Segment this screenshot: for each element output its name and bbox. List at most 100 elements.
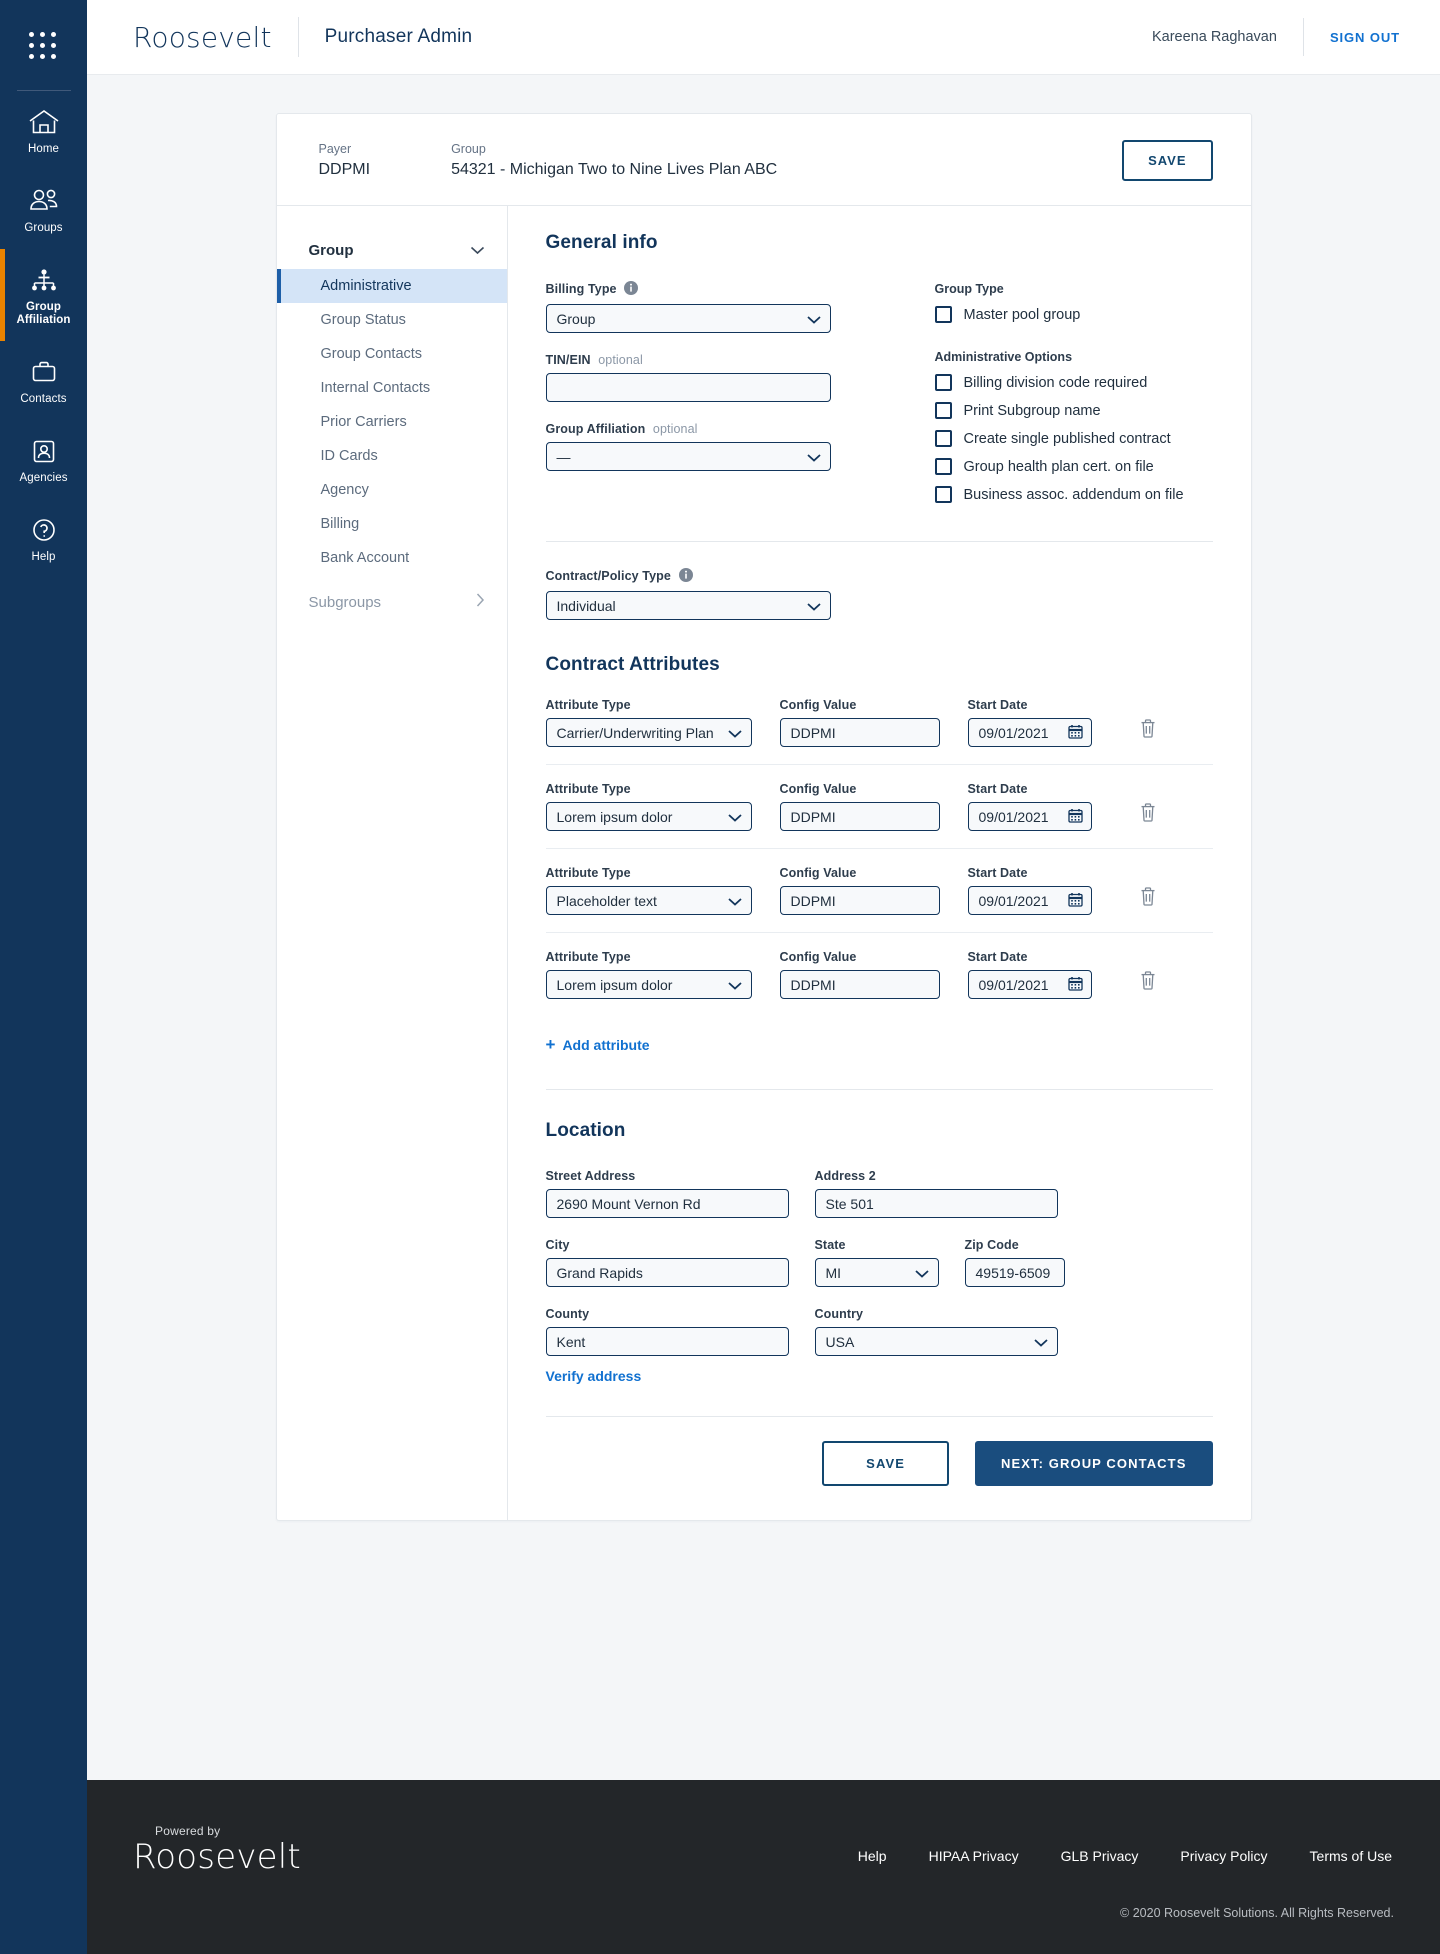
checkbox-group-health-plan-cert[interactable]: Group health plan cert. on file [934,458,1184,475]
checkbox-create-single-published-contract[interactable]: Create single published contract [934,430,1184,447]
footer-link-help[interactable]: Help [858,1848,887,1864]
start-date-input[interactable]: 09/01/2021 [967,886,1092,915]
chevron-down-icon [1033,1334,1048,1350]
config-value-input[interactable]: DDPMI [779,802,940,831]
sidebar-item-label: Groups [24,222,63,234]
config-value-input[interactable]: DDPMI [779,886,940,915]
chevron-down-icon [806,449,821,465]
group-value: 54321 - Michigan Two to Nine Lives Plan … [451,161,778,178]
attribute-type-select[interactable]: Placeholder text [545,886,752,915]
checkbox-business-assoc-addendum[interactable]: Business assoc. addendum on file [934,486,1184,503]
attribute-type-label: Attribute Type [545,950,631,964]
country-select[interactable]: USA [814,1327,1058,1356]
sidebar-item-billing[interactable]: Billing [277,507,507,541]
group-affiliation-label: Group Affiliation optional [546,422,831,436]
group-affiliation-label-text: Group Affiliation [545,422,646,436]
chevron-down-icon [727,809,742,825]
calendar-icon[interactable] [1067,724,1083,742]
payer-value: DDPMI [318,161,371,178]
subnav-group-header[interactable]: Group [277,232,507,269]
delete-attribute-button[interactable] [1140,719,1156,747]
checkbox-print-subgroup-name[interactable]: Print Subgroup name [934,402,1184,419]
subnav-group-label: Group [308,242,354,259]
chevron-down-icon [806,598,821,614]
sidebar-item-label: Home [27,143,60,155]
grid-apps-icon[interactable] [27,30,61,64]
attribute-type-select[interactable]: Carrier/Underwriting Plan [545,718,752,747]
info-icon[interactable] [624,281,639,298]
save-button[interactable]: SAVE [822,1441,950,1486]
country-value: USA [825,1333,855,1350]
calendar-icon[interactable] [1067,808,1083,826]
config-value-input[interactable]: DDPMI [779,718,940,747]
tin-ein-input[interactable] [545,373,831,402]
checkbox-billing-division-code-required[interactable]: Billing division code required [934,374,1184,391]
country-field: Country USA [814,1307,1058,1356]
sidebar-item-id-cards[interactable]: ID Cards [277,439,507,473]
payer-block: Payer DDPMI [319,142,371,179]
sign-out-button[interactable]: SIGN OUT [1330,30,1400,45]
checkbox-icon [934,430,952,447]
street-address-input[interactable]: 2690 Mount Vernon Rd [545,1189,789,1218]
next-group-contacts-button[interactable]: NEXT: GROUP CONTACTS [975,1441,1213,1486]
sidebar-item-contacts[interactable]: Contacts [0,341,87,420]
start-date-input[interactable]: 09/01/2021 [967,718,1092,747]
footer-link-hipaa-privacy[interactable]: HIPAA Privacy [929,1848,1019,1864]
sidebar-item-label: Agencies [19,472,68,484]
city-input[interactable]: Grand Rapids [545,1258,789,1287]
sidebar-item-agency[interactable]: Agency [277,473,507,507]
start-date-input[interactable]: 09/01/2021 [967,970,1092,999]
footer-link-privacy-policy[interactable]: Privacy Policy [1180,1848,1267,1864]
sidebar-item-bank-account[interactable]: Bank Account [277,541,507,575]
billing-type-select[interactable]: Group [545,304,831,333]
chevron-down-icon [470,242,485,259]
zip-code-input[interactable]: 49519-6509 [964,1258,1065,1287]
sidebar-item-prior-carriers[interactable]: Prior Carriers [277,405,507,439]
group-affiliation-value: — [556,448,571,465]
state-select[interactable]: MI [814,1258,939,1287]
attribute-type-value: Placeholder text [556,892,657,909]
verify-address-link[interactable]: Verify address [546,1368,642,1384]
county-input[interactable]: Kent [545,1327,789,1356]
start-date-value: 09/01/2021 [978,724,1049,741]
sidebar-item-group-affiliation[interactable]: Group Affiliation [0,249,87,341]
attribute-type-label: Attribute Type [545,782,631,796]
sidebar-item-group-status[interactable]: Group Status [277,303,507,337]
group-affiliation-select[interactable]: — [545,442,831,471]
start-date-input[interactable]: 09/01/2021 [967,802,1092,831]
contract-policy-type-value: Individual [556,597,616,614]
sidebar-item-home[interactable]: Home [0,91,87,170]
delete-attribute-button[interactable] [1140,971,1156,999]
sidebar-item-administrative[interactable]: Administrative [276,269,507,303]
sidebar-item-subgroups[interactable]: Subgroups [277,575,507,621]
sidebar-item-group-contacts[interactable]: Group Contacts [277,337,507,371]
contract-policy-type-select[interactable]: Individual [545,591,831,620]
address2-input[interactable]: Ste 501 [814,1189,1058,1218]
section-subnav: Group Administrative Group Status Group … [276,206,508,1520]
calendar-icon[interactable] [1067,976,1083,994]
start-date-value: 09/01/2021 [978,976,1049,993]
attribute-type-select[interactable]: Lorem ipsum dolor [545,802,752,831]
add-attribute-link[interactable]: + Add attribute [546,1036,650,1053]
config-value-text: DDPMI [790,724,836,741]
save-button-top[interactable]: SAVE [1122,140,1213,181]
delete-attribute-button[interactable] [1140,803,1156,831]
calendar-icon[interactable] [1067,892,1083,910]
sidebar-item-help[interactable]: Help [0,499,87,578]
trash-icon [1140,971,1156,994]
sidebar-item-groups[interactable]: Groups [0,170,87,249]
footer-link-glb-privacy[interactable]: GLB Privacy [1061,1848,1139,1864]
brand-logo[interactable]: Roosevelt [133,21,272,54]
attribute-type-select[interactable]: Lorem ipsum dolor [545,970,752,999]
checkbox-master-pool-group[interactable]: Master pool group [934,306,1184,323]
footer-link-terms-of-use[interactable]: Terms of Use [1310,1848,1392,1864]
config-value-input[interactable]: DDPMI [779,970,940,999]
start-date-label: Start Date [967,782,1028,796]
info-icon[interactable] [678,568,693,585]
attribute-row: Attribute Type Placeholder text Config V… [545,866,1213,933]
subnav-item-label: Bank Account [320,550,410,566]
sidebar-item-agencies[interactable]: Agencies [0,420,87,499]
delete-attribute-button[interactable] [1140,887,1156,915]
sidebar-item-internal-contacts[interactable]: Internal Contacts [277,371,507,405]
street-address-field: Street Address 2690 Mount Vernon Rd [545,1169,789,1218]
